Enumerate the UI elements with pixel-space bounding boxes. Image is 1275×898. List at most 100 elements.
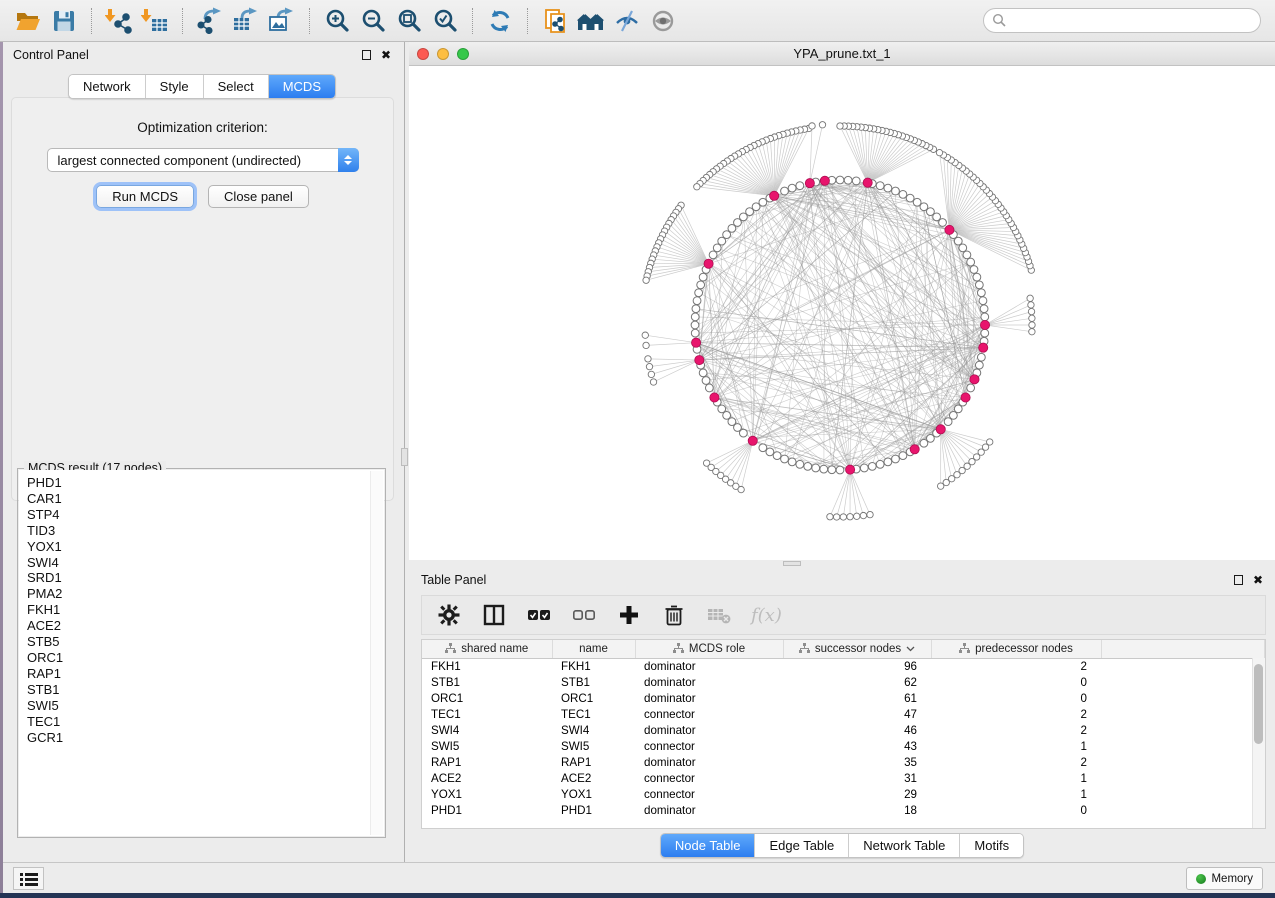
- selected-option-text: largest connected component (undirected): [48, 153, 338, 168]
- splitter-grip[interactable]: [783, 561, 801, 566]
- table-row[interactable]: YOX1YOX1connector291: [422, 786, 1265, 802]
- checked-boxes-icon: [527, 608, 551, 622]
- task-history-button[interactable]: [13, 867, 44, 890]
- optimization-criterion-select[interactable]: largest connected component (undirected): [47, 148, 359, 172]
- tab-select[interactable]: Select: [203, 75, 268, 98]
- list-item[interactable]: YOX1: [19, 539, 384, 555]
- float-panel-icon[interactable]: [362, 50, 371, 60]
- network-canvas[interactable]: [409, 66, 1275, 560]
- control-panel-tabbar: Network Style Select MCDS: [3, 74, 401, 99]
- zoom-in-button[interactable]: [319, 5, 355, 37]
- list-item[interactable]: SWI4: [19, 555, 384, 571]
- deselect-all-button[interactable]: [571, 602, 597, 628]
- list-item[interactable]: TID3: [19, 523, 384, 539]
- tab-node-table[interactable]: Node Table: [661, 834, 755, 857]
- list-item[interactable]: TEC1: [19, 714, 384, 730]
- clone-network-icon: [542, 7, 569, 35]
- list-item[interactable]: SWI5: [19, 698, 384, 714]
- hide-selected-button[interactable]: [609, 5, 645, 37]
- eye-slash-icon: [614, 8, 640, 34]
- column-header-name[interactable]: name: [552, 640, 635, 658]
- export-image-icon: [268, 7, 296, 34]
- tab-style[interactable]: Style: [145, 75, 203, 98]
- zoom-selected-button[interactable]: [427, 5, 463, 37]
- list-item[interactable]: FKH1: [19, 602, 384, 618]
- zoom-fit-button[interactable]: [391, 5, 427, 37]
- scrollbar-thumb[interactable]: [1254, 664, 1263, 744]
- tab-motifs[interactable]: Motifs: [959, 834, 1023, 857]
- horizontal-splitter[interactable]: [409, 560, 1275, 567]
- column-header-shared-name[interactable]: shared name: [422, 640, 552, 658]
- tab-network[interactable]: Network: [69, 75, 145, 98]
- list-item[interactable]: RAP1: [19, 666, 384, 682]
- show-all-button[interactable]: [645, 5, 681, 37]
- export-image-button[interactable]: [264, 5, 300, 37]
- delete-table-button[interactable]: [706, 602, 732, 628]
- column-header-predecessor-nodes[interactable]: predecessor nodes: [931, 640, 1101, 658]
- add-column-button[interactable]: [616, 602, 642, 628]
- network-graph: [409, 66, 1275, 560]
- control-panel-title: Control Panel: [13, 48, 89, 62]
- list-item[interactable]: ACE2: [19, 618, 384, 634]
- splitter-grip[interactable]: [401, 448, 408, 466]
- list-item[interactable]: GCR1: [19, 730, 384, 746]
- export-network-icon: [196, 7, 224, 34]
- settings-gear-button[interactable]: [436, 602, 462, 628]
- list-item[interactable]: SRD1: [19, 570, 384, 586]
- close-panel-button[interactable]: Close panel: [208, 185, 309, 208]
- list-item[interactable]: CAR1: [19, 491, 384, 507]
- trash-icon: [664, 604, 684, 626]
- run-mcds-button[interactable]: Run MCDS: [96, 185, 194, 208]
- control-panel-header: Control Panel ✖: [3, 42, 401, 68]
- table-row[interactable]: RAP1RAP1dominator352: [422, 754, 1265, 770]
- table-row[interactable]: SWI5SWI5connector431: [422, 738, 1265, 754]
- desktop-edge: [0, 893, 1275, 898]
- close-panel-icon[interactable]: ✖: [1253, 574, 1263, 586]
- column-header-mcds-role[interactable]: MCDS role: [635, 640, 783, 658]
- list-item[interactable]: STP4: [19, 507, 384, 523]
- list-item[interactable]: PHD1: [19, 475, 384, 491]
- list-item[interactable]: STB1: [19, 682, 384, 698]
- refresh-button[interactable]: [482, 5, 518, 37]
- import-network-button[interactable]: [101, 5, 137, 37]
- tab-network-table[interactable]: Network Table: [848, 834, 959, 857]
- table-row[interactable]: SWI4SWI4dominator462: [422, 722, 1265, 738]
- zoom-in-icon: [325, 8, 350, 33]
- table-row[interactable]: TEC1TEC1connector472: [422, 706, 1265, 722]
- tab-mcds[interactable]: MCDS: [268, 75, 335, 98]
- zoom-out-button[interactable]: [355, 5, 391, 37]
- function-builder-button[interactable]: f(x): [751, 602, 782, 628]
- list-item[interactable]: PMA2: [19, 586, 384, 602]
- search-input[interactable]: [1007, 14, 1252, 28]
- mcds-result-list: PHD1 CAR1 STP4 TID3 YOX1 SWI4 SRD1 PMA2 …: [19, 470, 384, 836]
- open-session-button[interactable]: [10, 5, 46, 37]
- import-table-button[interactable]: [137, 5, 173, 37]
- table-row[interactable]: STB1STB1dominator620: [422, 674, 1265, 690]
- result-list-scrollbar[interactable]: [370, 471, 383, 835]
- table-panel-header: Table Panel ✖: [409, 567, 1275, 593]
- select-all-button[interactable]: [526, 602, 552, 628]
- vertical-splitter[interactable]: [401, 42, 409, 862]
- zoom-selected-icon: [433, 8, 458, 33]
- table-row[interactable]: FKH1FKH1dominator962: [422, 658, 1265, 674]
- list-item[interactable]: STB5: [19, 634, 384, 650]
- export-network-button[interactable]: [192, 5, 228, 37]
- table-row[interactable]: PHD1PHD1dominator180: [422, 802, 1265, 818]
- export-table-button[interactable]: [228, 5, 264, 37]
- first-neighbors-button[interactable]: [573, 5, 609, 37]
- list-item[interactable]: ORC1: [19, 650, 384, 666]
- table-header-row: shared name name MCDS role successor nod…: [422, 640, 1265, 658]
- mcds-tab-content: Optimization criterion: largest connecte…: [11, 97, 394, 501]
- table-row[interactable]: ACE2ACE2connector311: [422, 770, 1265, 786]
- close-panel-icon[interactable]: ✖: [381, 49, 391, 61]
- split-columns-button[interactable]: [481, 602, 507, 628]
- column-header-successor-nodes[interactable]: successor nodes: [783, 640, 931, 658]
- clone-network-button[interactable]: [537, 5, 573, 37]
- table-row[interactable]: ORC1ORC1dominator610: [422, 690, 1265, 706]
- table-scrollbar[interactable]: [1252, 658, 1265, 828]
- tab-edge-table[interactable]: Edge Table: [754, 834, 848, 857]
- float-panel-icon[interactable]: [1234, 575, 1243, 585]
- save-session-button[interactable]: [46, 5, 82, 37]
- memory-button[interactable]: Memory: [1186, 867, 1263, 890]
- delete-column-button[interactable]: [661, 602, 687, 628]
